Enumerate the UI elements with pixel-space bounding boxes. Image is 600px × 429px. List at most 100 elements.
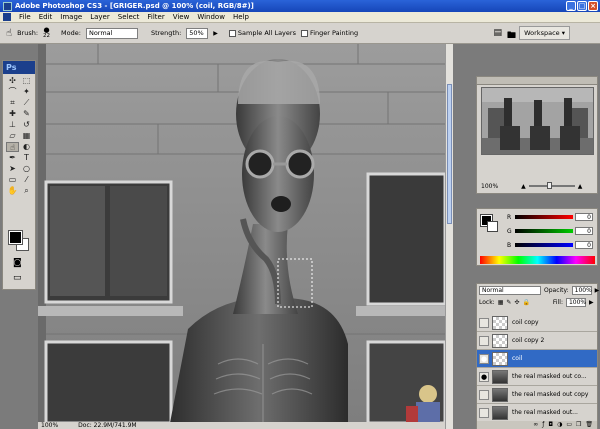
brush-tool-icon[interactable]: ✎ (20, 109, 33, 119)
layers-lock-row: Lock: ▦ ✎ ✣ 🔒 Fill: 100% ▶ (479, 298, 594, 307)
menu-layer[interactable]: Layer (90, 13, 110, 21)
layer-visibility-toggle[interactable] (479, 317, 489, 328)
shape-tool-icon[interactable]: ○ (20, 164, 33, 174)
menu-image[interactable]: Image (60, 13, 82, 21)
scrollbar-thumb[interactable] (447, 84, 452, 224)
maximize-button[interactable]: □ (577, 1, 587, 11)
eraser-tool-icon[interactable]: ▱ (6, 131, 19, 141)
layer-row[interactable]: coil copy 2 (477, 332, 597, 350)
green-channel-row: G 0 (507, 227, 593, 235)
move-tool-icon[interactable]: ✣ (6, 76, 19, 86)
eye-icon[interactable]: ● (479, 353, 489, 364)
menu-select[interactable]: Select (118, 13, 140, 21)
crop-tool-icon[interactable]: ⌗ (6, 98, 19, 108)
blue-channel-input[interactable]: 0 (575, 241, 593, 249)
type-tool-icon[interactable]: T (20, 153, 33, 163)
red-channel-row: R 0 (507, 213, 593, 221)
opacity-arrow-icon[interactable]: ▶ (595, 287, 600, 294)
close-button[interactable]: × (588, 1, 598, 11)
layer-visibility-toggle[interactable] (479, 335, 489, 346)
quick-mask-icon[interactable]: ◙ (13, 258, 22, 268)
lock-transparency-icon[interactable]: ▦ (498, 299, 504, 306)
workspace-button[interactable]: Workspace ▾ (519, 26, 570, 40)
path-selection-tool-icon[interactable]: ➤ (6, 164, 19, 174)
red-channel-slider[interactable] (515, 215, 573, 219)
layer-mask-icon[interactable]: ◘ (548, 421, 553, 429)
mode-select[interactable]: Normal (85, 27, 138, 39)
new-layer-icon[interactable]: ❐ (576, 421, 581, 429)
lock-pixels-icon[interactable]: ✎ (506, 299, 511, 306)
lasso-tool-icon[interactable]: ⌒ (6, 87, 19, 97)
slice-tool-icon[interactable]: ⟋ (20, 98, 33, 108)
new-group-icon[interactable]: ▭ (566, 421, 572, 429)
color-panel: R 0 G 0 B 0 (476, 208, 598, 266)
green-channel-input[interactable]: 0 (575, 227, 593, 235)
smudge-tool-preset-icon[interactable]: ☝ (6, 28, 12, 39)
zoom-slider[interactable] (528, 182, 575, 189)
link-layers-icon[interactable]: ∞ (533, 421, 538, 429)
zoom-in-icon[interactable]: ▲ (578, 183, 583, 190)
status-zoom[interactable]: 100% (41, 422, 58, 429)
zoom-tool-icon[interactable]: ⌕ (20, 186, 33, 196)
finger-painting-checkbox[interactable]: Finger Painting (300, 29, 358, 37)
fill-arrow-icon[interactable]: ▶ (589, 299, 594, 306)
hand-tool-icon[interactable]: ✋ (6, 186, 19, 196)
menu-edit[interactable]: Edit (39, 13, 53, 21)
green-channel-slider[interactable] (515, 229, 573, 233)
red-channel-label: R (507, 213, 512, 221)
zoom-slider-thumb[interactable] (546, 182, 552, 189)
adjustment-layer-icon[interactable]: ◑ (557, 421, 562, 429)
layer-visibility-toggle[interactable] (479, 407, 489, 418)
pen-tool-icon[interactable]: ✒ (6, 153, 19, 163)
menu-view[interactable]: View (173, 13, 190, 21)
navigator-thumbnail[interactable] (481, 87, 594, 155)
menu-filter[interactable]: Filter (147, 13, 164, 21)
eyedropper-tool-icon[interactable]: ⁄ (20, 175, 33, 185)
blend-mode-select[interactable]: Normal (479, 286, 541, 295)
healing-brush-tool-icon[interactable]: ✚ (6, 109, 19, 119)
menu-help[interactable]: Help (233, 13, 249, 21)
delete-layer-icon[interactable]: 🗑 (585, 421, 593, 429)
notes-tool-icon[interactable]: ▭ (6, 175, 19, 185)
options-bar: ☝ Brush: ● 22 Mode: Normal Strength: 50%… (0, 23, 600, 44)
sample-all-layers-checkbox[interactable]: Sample All Layers (228, 29, 296, 37)
opacity-input[interactable]: 100% (571, 286, 592, 295)
strength-slider-arrow-icon[interactable]: ▶ (213, 30, 218, 37)
screen-mode-icon[interactable]: ▭ (13, 273, 22, 283)
dodge-tool-icon[interactable]: ◐ (20, 142, 33, 152)
blue-channel-slider[interactable] (515, 243, 573, 247)
layer-visibility-toggle[interactable] (479, 389, 489, 400)
menu-file[interactable]: File (19, 13, 31, 21)
color-spectrum-ramp[interactable] (480, 256, 595, 264)
minimize-button[interactable]: _ (566, 1, 576, 11)
layer-row[interactable]: the real masked out... (477, 404, 597, 422)
layer-row-selected[interactable]: ● coil (477, 350, 597, 368)
history-brush-tool-icon[interactable]: ↺ (20, 120, 33, 130)
document-canvas[interactable] (38, 44, 445, 423)
menu-window[interactable]: Window (197, 13, 225, 21)
eye-icon[interactable]: ● (479, 371, 489, 382)
lock-position-icon[interactable]: ✣ (514, 299, 519, 306)
red-channel-input[interactable]: 0 (575, 213, 593, 221)
layer-row[interactable]: coil copy (477, 314, 597, 332)
lock-all-icon[interactable]: 🔒 (522, 299, 529, 306)
magic-wand-tool-icon[interactable]: ✦ (20, 87, 33, 97)
layer-style-icon[interactable]: ƒ (542, 421, 544, 429)
navigator-tabs[interactable] (477, 77, 597, 85)
marquee-tool-icon[interactable]: ⬚ (20, 76, 33, 86)
color-panel-background-swatch[interactable] (487, 221, 498, 232)
foreground-color-swatch[interactable] (8, 230, 23, 245)
fill-input[interactable]: 100% (565, 298, 586, 307)
clone-stamp-tool-icon[interactable]: ⊥ (6, 120, 19, 130)
bridge-icon[interactable]: 🖿 (507, 28, 516, 44)
navigator-zoom-value[interactable]: 100% (481, 183, 498, 190)
palette-well-icon[interactable]: ▤ (493, 28, 502, 38)
layer-row[interactable]: ● the real masked out co... (477, 368, 597, 386)
layer-row[interactable]: the real masked out copy (477, 386, 597, 404)
zoom-out-icon[interactable]: ▲ (521, 183, 526, 190)
strength-input[interactable]: 50% (186, 27, 209, 39)
canvas-vertical-scrollbar[interactable] (445, 44, 453, 429)
gradient-tool-icon[interactable]: ▦ (20, 131, 33, 141)
brush-picker[interactable]: ● 22 (43, 27, 50, 40)
smudge-tool-icon[interactable]: ☝ (6, 142, 19, 152)
